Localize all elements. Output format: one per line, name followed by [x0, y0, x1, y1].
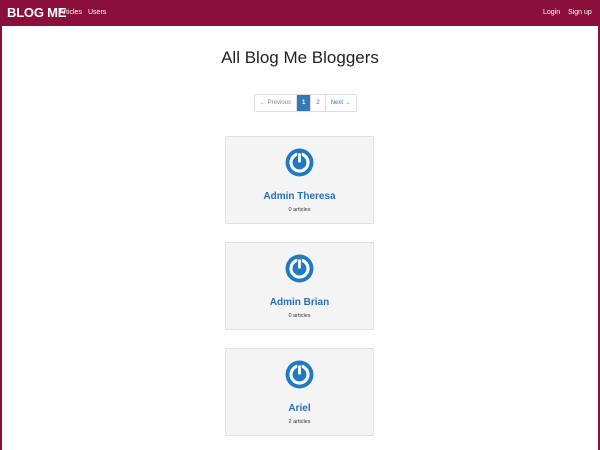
browser-frame: BLOG ME Articles Users Login Sign up All… — [0, 0, 600, 450]
article-count: 2 articles — [288, 419, 311, 425]
power-icon[interactable] — [284, 147, 315, 178]
pagination-page-1[interactable]: 1 — [297, 95, 312, 111]
article-count: 0 articles — [288, 207, 311, 213]
nav-link-users[interactable]: Users — [88, 9, 106, 16]
power-icon[interactable] — [284, 359, 315, 390]
user-name-link[interactable]: Admin Theresa — [226, 191, 373, 202]
nav-link-articles[interactable]: Articles — [59, 9, 82, 16]
pagination-page-2[interactable]: 2 — [311, 95, 326, 111]
nav-link-login[interactable]: Login — [543, 9, 560, 16]
pagination: ← Previous 1 2 Next → — [254, 94, 357, 112]
nav-link-signup[interactable]: Sign up — [568, 9, 592, 16]
power-icon[interactable] — [284, 253, 315, 284]
user-name-link[interactable]: Ariel — [226, 403, 373, 414]
pagination-previous[interactable]: ← Previous — [255, 95, 298, 111]
page-title: All Blog Me Bloggers — [221, 48, 379, 67]
brand-logo[interactable]: BLOG ME — [7, 5, 66, 20]
user-name-link[interactable]: Admin Brian — [226, 297, 373, 308]
user-card: Ariel 2 articles — [225, 348, 374, 436]
navbar: BLOG ME Articles Users Login Sign up — [0, 0, 600, 26]
article-count: 0 articles — [288, 313, 311, 319]
pagination-next[interactable]: Next → — [326, 95, 356, 111]
main-content: All Blog Me Bloggers ← Previous 1 2 Next… — [2, 26, 598, 450]
user-card: Admin Theresa 0 articles — [225, 136, 374, 224]
user-card: Admin Brian 0 articles — [225, 242, 374, 330]
